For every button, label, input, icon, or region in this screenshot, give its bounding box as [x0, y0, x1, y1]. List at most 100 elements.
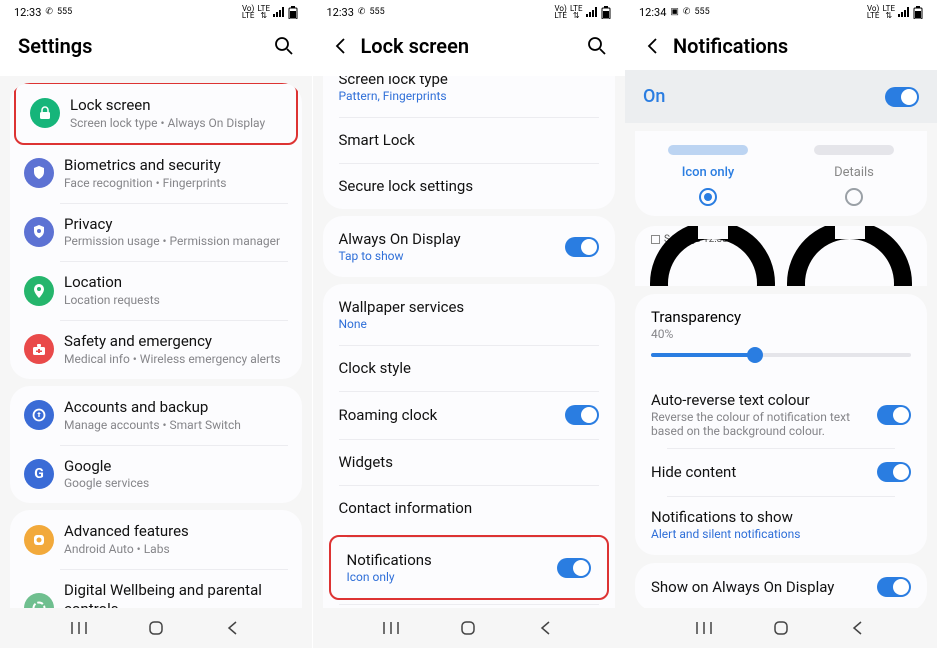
status-555: 555 [694, 7, 709, 17]
toggle-show-on-aod[interactable] [877, 577, 911, 597]
status-time: 12:33 [14, 6, 41, 19]
page-title: Lock screen [361, 34, 587, 58]
toggle-aod[interactable] [565, 237, 599, 257]
status-icons-left: ✆ [683, 7, 691, 17]
sublabel: Location requests [64, 293, 288, 308]
slider-thumb[interactable] [747, 347, 763, 363]
row-safety[interactable]: Safety and emergencyMedical info • Wirel… [10, 320, 302, 379]
nav-home[interactable] [459, 619, 477, 637]
group-aod-show: Show on Always On Display [635, 563, 927, 608]
nav-recents[interactable] [70, 619, 88, 637]
back-icon[interactable] [643, 36, 663, 56]
status-time: 12:33 [327, 6, 354, 19]
status-lte: LTE⇅ [882, 5, 895, 19]
status-volte: Vo)LTE [867, 5, 880, 19]
segment-label: Details [781, 165, 927, 180]
nav-back[interactable] [849, 619, 867, 637]
battery-icon [601, 6, 611, 19]
page-title: Settings [18, 34, 274, 58]
row-secure-lock-settings[interactable]: Secure lock settings [323, 163, 615, 209]
row-always-on-display[interactable]: Always On DisplayTap to show [323, 216, 615, 277]
segment-preview-icon [668, 145, 748, 155]
toggle-master[interactable] [885, 87, 919, 107]
screen-lock-screen: 12:33 ✆ 555 Vo)LTE LTE⇅ Lock screen Scre… [313, 0, 625, 648]
status-volte: Vo)LTE [242, 5, 255, 19]
segment-details[interactable]: Details [781, 145, 927, 206]
label: Clock style [339, 359, 599, 377]
back-icon[interactable] [331, 36, 351, 56]
search-icon[interactable] [274, 36, 294, 56]
signal-icon [898, 7, 910, 17]
row-contact-info[interactable]: Contact information [323, 485, 615, 531]
toggle-roaming-clock[interactable] [565, 405, 599, 425]
row-wallpaper-services[interactable]: Wallpaper servicesNone [323, 284, 615, 345]
label: Notifications to show [651, 508, 911, 526]
group-security: Lock screenScreen lock type • Always On … [10, 83, 302, 379]
segment-icon-only[interactable]: Icon only [635, 145, 781, 206]
battery-icon [913, 6, 923, 19]
lock-screen-body: Screen lock typePattern, Fingerprints Sm… [313, 76, 625, 608]
label: Screen lock type [339, 76, 599, 88]
segment-card: Icon only Details [635, 131, 927, 216]
sublabel: Google services [64, 476, 288, 491]
nav-back[interactable] [537, 619, 555, 637]
label: Roaming clock [339, 406, 565, 424]
row-notifications[interactable]: NotificationsIcon only [329, 535, 609, 600]
row-advanced-features[interactable]: Advanced featuresAndroid Auto • Labs [10, 510, 302, 569]
toggle-notifications[interactable] [557, 558, 591, 578]
toggle-auto-reverse[interactable] [877, 405, 911, 425]
nav-back[interactable] [224, 619, 242, 637]
row-accounts-backup[interactable]: Accounts and backupManage accounts • Sma… [10, 386, 302, 445]
row-location[interactable]: LocationLocation requests [10, 261, 302, 320]
row-show-on-aod[interactable]: Show on Always On Display [635, 563, 927, 608]
row-privacy[interactable]: PrivacyPermission usage • Permission man… [10, 203, 302, 262]
status-bar: 12:33 ✆ 555 Vo)LTE LTE⇅ [0, 0, 312, 24]
nav-recents[interactable] [382, 619, 400, 637]
transparency-value: 40% [651, 327, 911, 341]
settings-body: Lock screenScreen lock type • Always On … [0, 76, 312, 608]
header-lock-screen: Lock screen [313, 24, 625, 76]
row-digital-wellbeing[interactable]: Digital Wellbeing and parental controlsS… [10, 569, 302, 608]
toggle-hide-content[interactable] [877, 462, 911, 482]
status-bar: 12:34 ▣ ✆ 555 Vo)LTE LTE⇅ [625, 0, 937, 24]
group-aod: Always On DisplayTap to show [323, 216, 615, 277]
row-notifications-to-show[interactable]: Notifications to showAlert and silent no… [651, 496, 911, 553]
radio-details[interactable] [845, 188, 863, 206]
search-icon[interactable] [587, 36, 607, 56]
segment-label: Icon only [635, 165, 781, 180]
row-biometrics[interactable]: Biometrics and securityFace recognition … [10, 144, 302, 203]
label: Secure lock settings [339, 177, 599, 195]
row-shortcuts[interactable]: ShortcutsPhone, Camera [323, 604, 615, 608]
signal-icon [586, 7, 598, 17]
row-widgets[interactable]: Widgets [323, 439, 615, 485]
transparency-slider[interactable] [651, 345, 911, 365]
emergency-icon [24, 334, 54, 364]
nav-bar [313, 608, 625, 648]
row-smart-lock[interactable]: Smart Lock [323, 117, 615, 163]
preview-card: Settings 12:33 [635, 226, 927, 286]
nav-home[interactable] [147, 619, 165, 637]
nav-home[interactable] [772, 619, 790, 637]
label: Google [64, 457, 288, 476]
row-lock-screen[interactable]: Lock screenScreen lock type • Always On … [14, 83, 298, 145]
row-hide-content[interactable]: Hide content [651, 448, 911, 496]
sublabel: Android Auto • Labs [64, 542, 288, 557]
row-screen-lock-type[interactable]: Screen lock typePattern, Fingerprints [323, 76, 615, 117]
radio-icon-only[interactable] [699, 188, 717, 206]
row-clock-style[interactable]: Clock style [323, 345, 615, 391]
label: Safety and emergency [64, 332, 288, 351]
row-google[interactable]: G GoogleGoogle services [10, 445, 302, 504]
sublabel: Icon only [347, 570, 557, 584]
sublabel: Permission usage • Permission manager [64, 234, 288, 249]
preview-arc-right [787, 226, 912, 286]
nav-recents[interactable] [695, 619, 713, 637]
row-auto-reverse[interactable]: Auto-reverse text colourReverse the colo… [651, 381, 911, 448]
nav-bar [0, 608, 312, 648]
page-title: Notifications [673, 34, 919, 58]
sublabel: Screen lock type • Always On Display [70, 116, 282, 131]
preview-app-icon [651, 235, 660, 244]
lock-icon [30, 98, 60, 128]
group-accounts: Accounts and backupManage accounts • Sma… [10, 386, 302, 504]
transparency-label: Transparency [651, 308, 911, 326]
row-roaming-clock[interactable]: Roaming clock [323, 391, 615, 439]
